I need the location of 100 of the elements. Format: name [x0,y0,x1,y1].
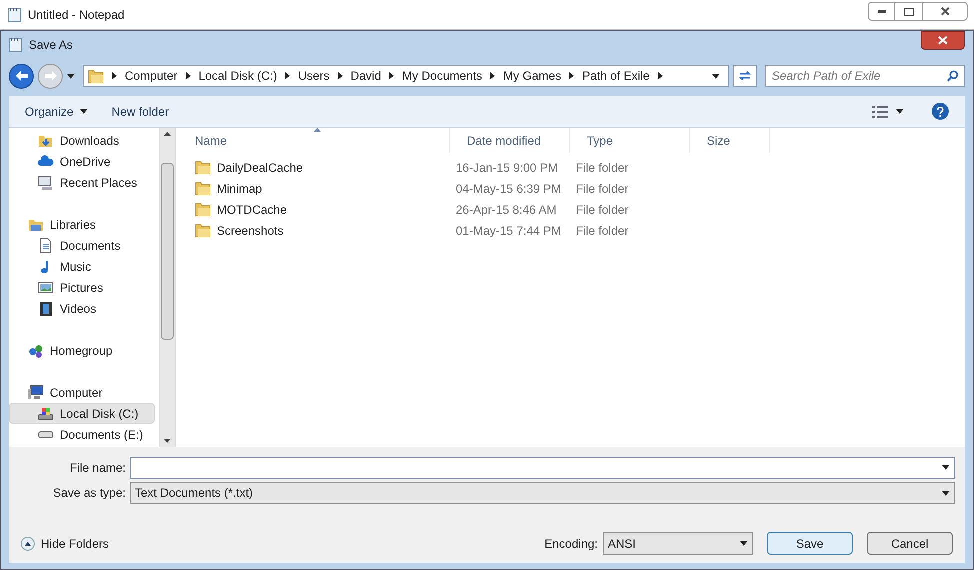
breadcrumb-arrow-icon[interactable] [658,72,663,80]
date-modified: 16-Jan-15 9:00 PM [455,160,560,176]
sidebar-item[interactable]: Homegroup [9,340,155,361]
breadcrumb-item[interactable]: My Games [503,67,562,85]
breadcrumb-arrow-icon[interactable] [569,72,574,80]
file-name-label: File name: [68,460,127,477]
column-header[interactable]: Date modified [450,128,570,153]
folder-icon [195,223,211,238]
local-disk-icon [38,406,54,422]
file-type: File folder [575,180,630,198]
file-row[interactable]: MOTDCache 26-Apr-15 8:46 AM File folder [176,199,965,220]
folder-icon [195,202,211,217]
sidebar-item[interactable]: OneDrive [9,151,155,172]
dropdown-caret-icon [80,109,88,114]
scrollbar-thumb[interactable] [161,163,174,340]
breadcrumb-item[interactable]: Path of Exile [582,67,650,85]
minimize-button[interactable] [868,2,895,21]
maximize-button[interactable] [895,2,922,21]
help-icon [937,106,944,116]
close-button[interactable] [922,2,968,21]
dropdown-caret-icon [740,541,748,546]
file-name: Minimap [217,180,262,198]
dropdown-caret-icon [712,74,720,78]
column-header[interactable]: Type [570,128,690,153]
sidebar-item[interactable]: Libraries [9,214,155,235]
breadcrumb-arrow-icon[interactable] [112,72,117,80]
hide-folders-button[interactable]: Hide Folders [21,534,110,552]
save-type-dropdown[interactable]: Text Documents (*.txt) [130,482,955,504]
file-name-field[interactable] [130,457,955,479]
file-name: MOTDCache [217,202,288,218]
search-field[interactable]: Search Path of Exile [765,65,965,87]
drive-icon [38,430,54,438]
back-arrow-icon [16,71,28,81]
breadcrumb-item[interactable]: Local Disk (C:) [198,67,278,85]
breadcrumb-item[interactable]: Users [298,67,330,85]
computer-icon [28,384,44,400]
details-view-icon [872,106,888,118]
minimize-icon [878,10,886,13]
file-type: File folder [575,160,630,176]
homegroup-icon [28,342,44,358]
sort-arrow-icon [314,128,321,132]
back-button[interactable] [9,64,34,88]
dropdown-caret-icon [942,465,950,470]
encoding-dropdown[interactable]: ANSI [603,532,753,555]
history-caret-icon [67,74,75,78]
file-row[interactable]: Minimap 04-May-15 6:39 PM File folder [176,178,965,199]
close-button[interactable] [921,31,965,50]
folder-icon [195,181,211,196]
notepad-icon [8,6,22,22]
sidebar-item[interactable]: Recent Places [9,172,155,193]
refresh-icon [738,70,752,82]
scroll-down-icon [164,439,171,443]
sidebar-item[interactable]: Music [9,256,155,277]
column-header[interactable]: Size [690,128,770,153]
save-button[interactable]: Save [767,532,853,555]
breadcrumb-arrow-icon[interactable] [285,72,290,80]
close-icon [940,7,950,16]
breadcrumb-item[interactable]: David [350,67,382,85]
file-type: File folder [575,202,630,218]
sidebar-item[interactable]: Videos [9,298,155,319]
breadcrumb-arrow-icon[interactable] [490,72,496,80]
date-modified: 01-May-15 7:44 PM [455,222,562,240]
file-type: File folder [575,222,630,240]
view-options-button[interactable] [872,106,904,118]
save-type-label: Save as type: [52,485,127,502]
sidebar-item[interactable]: Documents (E:) [9,424,155,445]
maximize-icon [904,8,914,16]
date-modified: 04-May-15 6:39 PM [455,180,562,198]
forward-arrow-icon [44,71,56,81]
document-icon [38,238,54,254]
breadcrumb-arrow-icon[interactable] [338,72,343,80]
file-name: Screenshots [217,222,284,240]
sidebar-item[interactable]: Documents [9,235,155,256]
recent-places-icon [38,174,54,190]
sidebar-item[interactable]: Local Disk (C:) [9,403,155,424]
help-button[interactable] [932,103,949,120]
sidebar-item[interactable]: Pictures [9,277,155,298]
sidebar-item[interactable]: Downloads [9,130,155,151]
cancel-button[interactable]: Cancel [867,532,953,555]
window-title: Untitled - Notepad [28,6,125,24]
file-row[interactable]: DailyDealCache 16-Jan-15 9:00 PM File folder [176,157,965,178]
file-row[interactable]: Screenshots 01-May-15 7:44 PM File folder [176,220,965,241]
sidebar-item[interactable]: Computer [9,382,155,403]
scrollbar[interactable] [159,128,176,447]
new-folder-button[interactable]: New folder [112,102,170,120]
notepad-icon [9,37,23,53]
breadcrumb-item[interactable]: My Documents [402,67,482,85]
address-bar[interactable]: Computer Local Disk (C:) Users David My Documents My Games Path of Exile [83,65,729,87]
breadcrumb-arrow-icon[interactable] [186,72,191,80]
encoding-label: Encoding: [544,536,598,552]
column-header[interactable]: Name [178,128,450,153]
breadcrumb-item[interactable]: Computer [125,67,178,85]
search-icon [947,70,959,82]
breadcrumb-arrow-icon[interactable] [389,72,394,80]
refresh-button[interactable] [733,65,757,87]
folder-icon [195,160,211,175]
organize-button[interactable]: Organize [25,102,88,120]
dialog-title: Save As [29,37,74,54]
film-strip-icon [38,300,54,316]
picture-icon [38,280,54,296]
